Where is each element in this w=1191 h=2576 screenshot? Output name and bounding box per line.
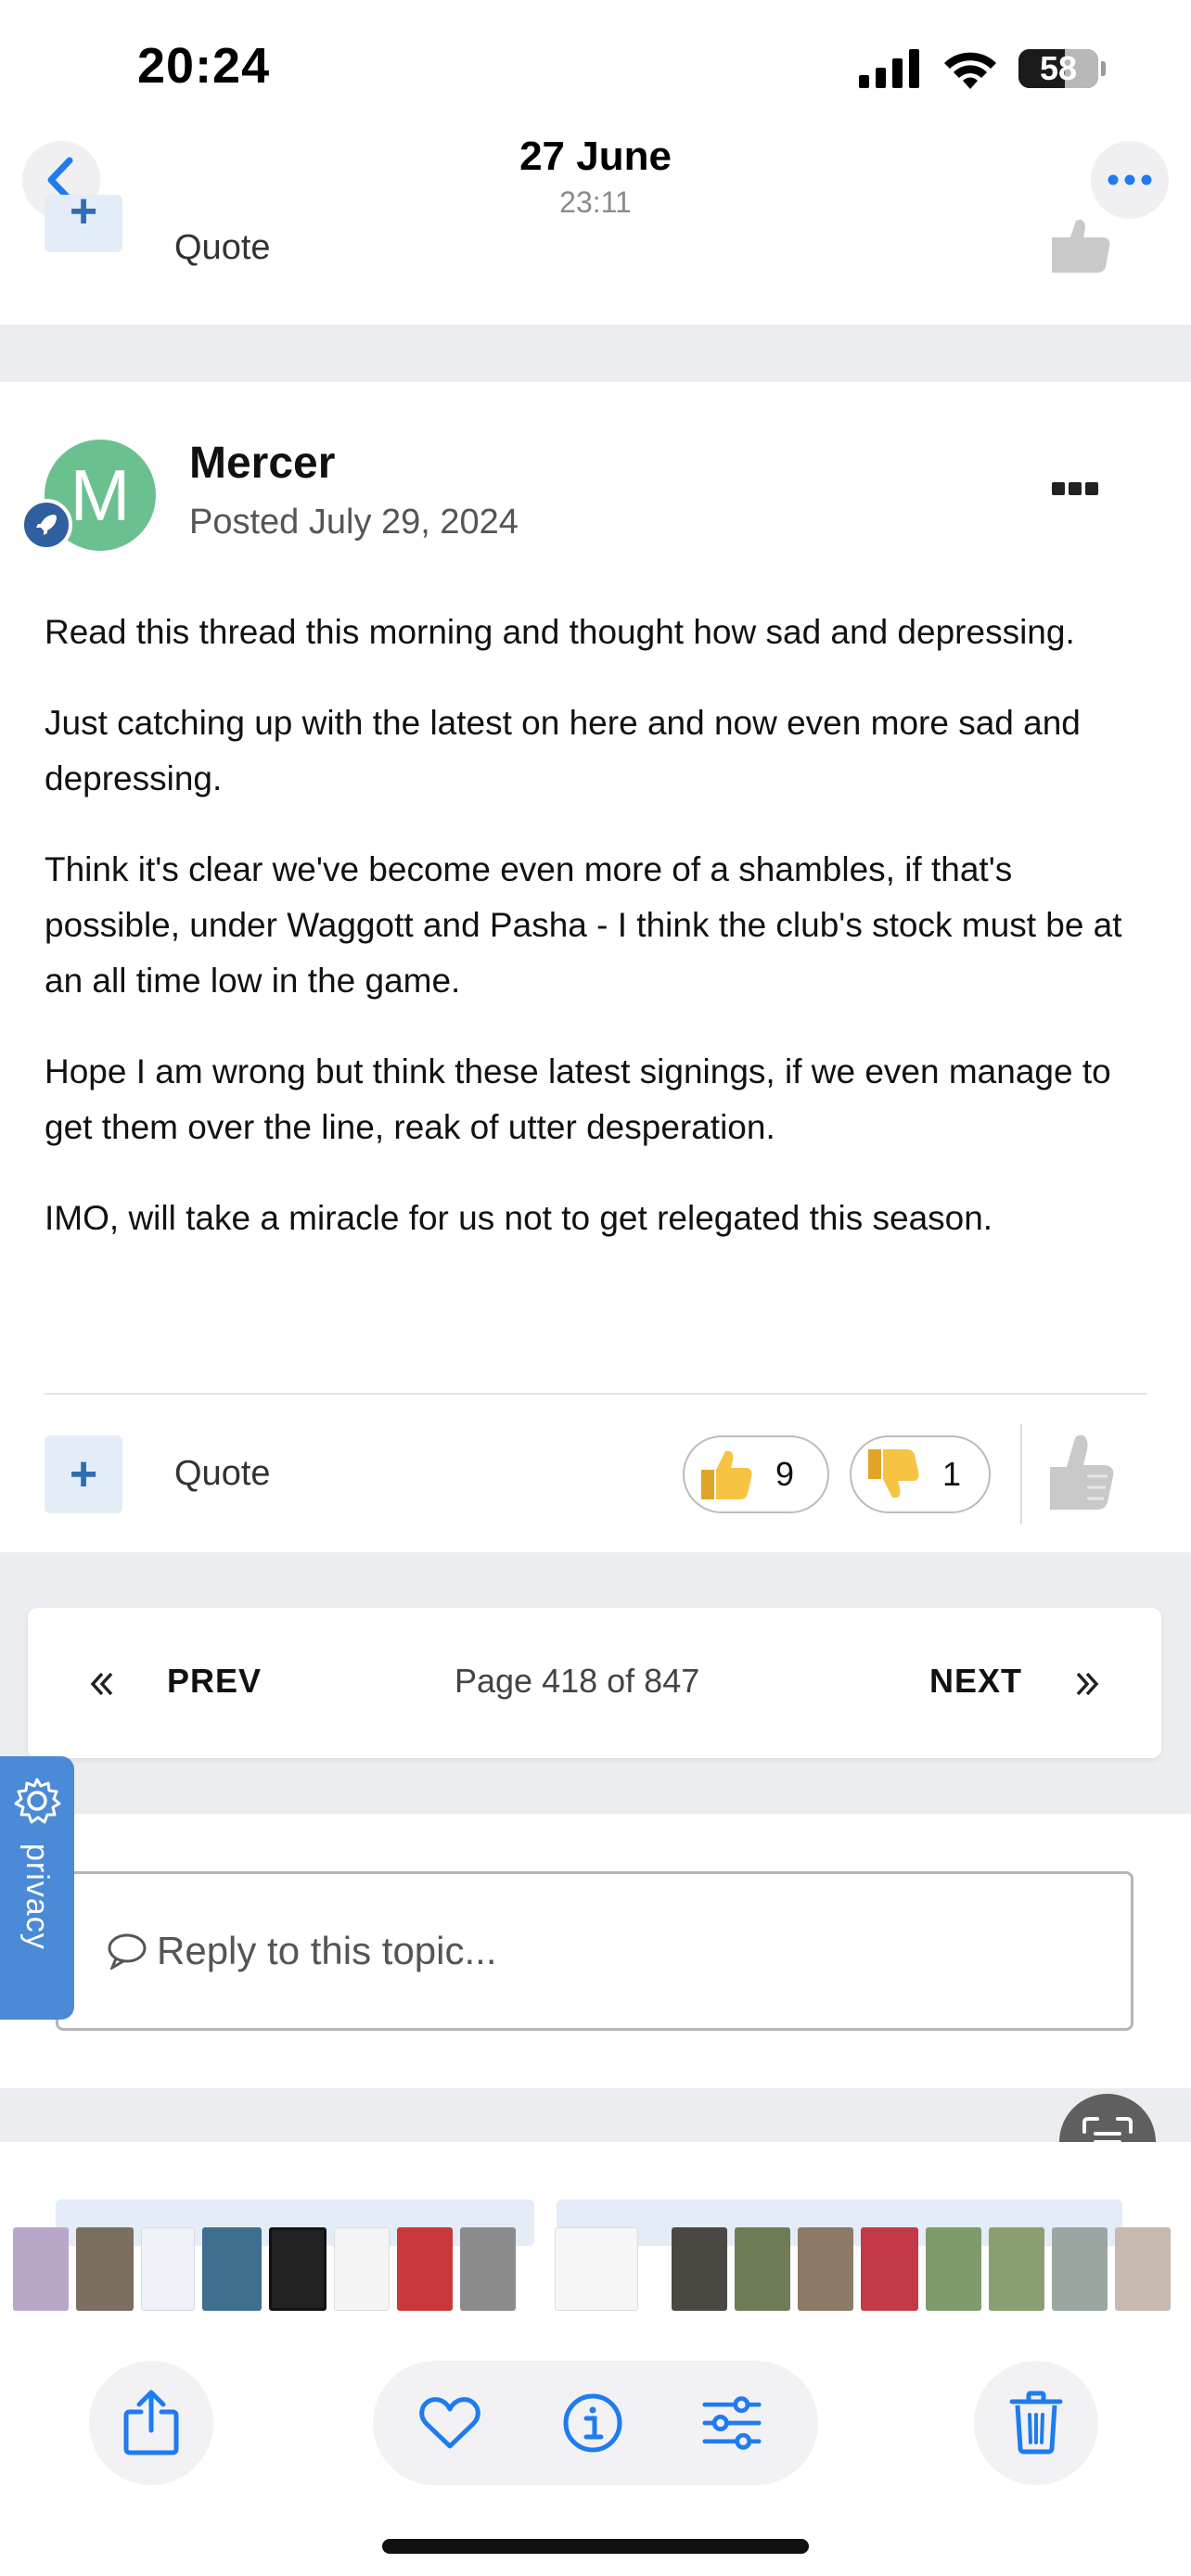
photo-thumbnail[interactable] [334, 2227, 390, 2311]
home-indicator[interactable] [382, 2539, 809, 2554]
battery-icon: 58 [1018, 49, 1106, 88]
prev-page-button[interactable]: PREV [167, 1662, 262, 1701]
rocket-icon [36, 515, 57, 535]
photo-thumbnail[interactable] [861, 2227, 918, 2311]
share-button[interactable] [89, 2361, 213, 2485]
share-icon [123, 2390, 179, 2455]
post-paragraph: Read this thread this morning and though… [45, 613, 1075, 651]
photo-thumbnail-selected[interactable] [555, 2227, 638, 2311]
photo-thumbnail[interactable] [269, 2227, 327, 2311]
photo-header: 27 June 23:11 [0, 130, 1191, 232]
photo-thumbnail[interactable] [989, 2227, 1044, 2311]
photo-thumbnail[interactable] [202, 2227, 262, 2311]
sliders-icon [702, 2396, 762, 2450]
photo-thumbnail[interactable] [460, 2227, 516, 2311]
post-separator [0, 325, 1191, 382]
react-thumb-icon[interactable] [1043, 219, 1117, 274]
multiquote-button[interactable]: + [45, 1435, 122, 1513]
photo-thumbnail[interactable] [397, 2227, 453, 2311]
status-icons: 58 [859, 48, 1106, 89]
reply-placeholder: Reply to this topic... [157, 1929, 497, 1972]
post-paragraph: Just catching up with the latest on here… [45, 704, 1081, 797]
privacy-label: privacy [19, 1843, 55, 1950]
last-page-icon[interactable] [1074, 1671, 1100, 1697]
ellipsis-icon [1108, 174, 1152, 185]
photo-thumbnail[interactable] [1052, 2227, 1108, 2311]
post-body: Read this thread this morning and though… [45, 605, 1148, 1282]
photo-thumbnail[interactable] [141, 2227, 195, 2311]
photo-thumbnail[interactable] [13, 2227, 69, 2311]
page-info[interactable]: Page 418 of 847 [455, 1662, 699, 1701]
quote-button[interactable]: Quote [174, 1454, 271, 1494]
post-menu-button[interactable] [1052, 482, 1098, 497]
privacy-settings-tab[interactable]: privacy [0, 1756, 74, 2020]
photo-actions-group [373, 2361, 818, 2485]
pagination: PREV Page 418 of 847 NEXT [28, 1608, 1161, 1758]
cellular-signal-icon [859, 49, 919, 88]
battery-level: 58 [1039, 49, 1078, 87]
wifi-icon [944, 52, 996, 89]
avatar-letter: M [70, 453, 131, 536]
delete-button[interactable] [974, 2361, 1098, 2485]
photo-time-subtitle: 23:11 [559, 185, 632, 219]
photo-thumbnail-strip [0, 2142, 1191, 2327]
thumbs-down-reaction[interactable]: 1 [850, 1435, 991, 1513]
gear-icon [14, 1778, 61, 1824]
trash-icon [1009, 2391, 1063, 2455]
author-name[interactable]: Mercer [189, 438, 335, 489]
divider [45, 1393, 1146, 1395]
forum-post: M Mercer Posted July 29, 2024 Read this … [0, 382, 1191, 1552]
thumbs-down-icon [868, 1449, 919, 1498]
info-icon [563, 2393, 622, 2453]
thumbs-up-reaction[interactable]: 9 [683, 1435, 829, 1513]
next-page-button[interactable]: NEXT [929, 1662, 1022, 1701]
post-paragraph: IMO, will take a miracle for us not to g… [45, 1199, 993, 1237]
photo-thumbnail[interactable] [926, 2227, 981, 2311]
info-button[interactable] [562, 2392, 623, 2454]
favorite-button[interactable] [419, 2392, 480, 2454]
status-bar: 20:24 58 [0, 0, 1191, 139]
post-date: Posted July 29, 2024 [189, 503, 519, 542]
rank-badge [20, 499, 72, 551]
status-time: 20:24 [137, 38, 271, 94]
reaction-separator [1020, 1424, 1022, 1524]
photo-thumbnail[interactable] [76, 2227, 134, 2311]
quote-button[interactable]: Quote [174, 228, 271, 268]
heart-icon [419, 2397, 480, 2449]
photo-thumbnail[interactable] [672, 2227, 727, 2311]
thumbs-up-count: 9 [775, 1455, 795, 1493]
more-options-button[interactable] [1091, 141, 1169, 219]
first-page-icon[interactable] [89, 1671, 115, 1697]
photo-date-title: 27 June [519, 134, 672, 179]
previous-post-footer: + Quote [0, 187, 1191, 325]
thumbs-down-count: 1 [942, 1455, 962, 1493]
reply-area: Reply to this topic... [0, 1814, 1191, 2088]
page-background [0, 2088, 1191, 2142]
thumbs-up-icon [701, 1450, 752, 1499]
reply-input[interactable]: Reply to this topic... [56, 1871, 1133, 2031]
react-thumb-icon[interactable] [1043, 1434, 1117, 1511]
speech-bubble-icon [108, 1933, 147, 1970]
photo-thumbnail[interactable] [1115, 2227, 1171, 2311]
multiquote-button[interactable]: + [45, 187, 122, 252]
photo-thumbnail[interactable] [798, 2227, 853, 2311]
edit-adjust-button[interactable] [701, 2392, 762, 2454]
post-paragraph: Think it's clear we've become even more … [45, 850, 1122, 1000]
photo-thumbnail[interactable] [735, 2227, 790, 2311]
post-paragraph: Hope I am wrong but think these latest s… [45, 1052, 1111, 1146]
